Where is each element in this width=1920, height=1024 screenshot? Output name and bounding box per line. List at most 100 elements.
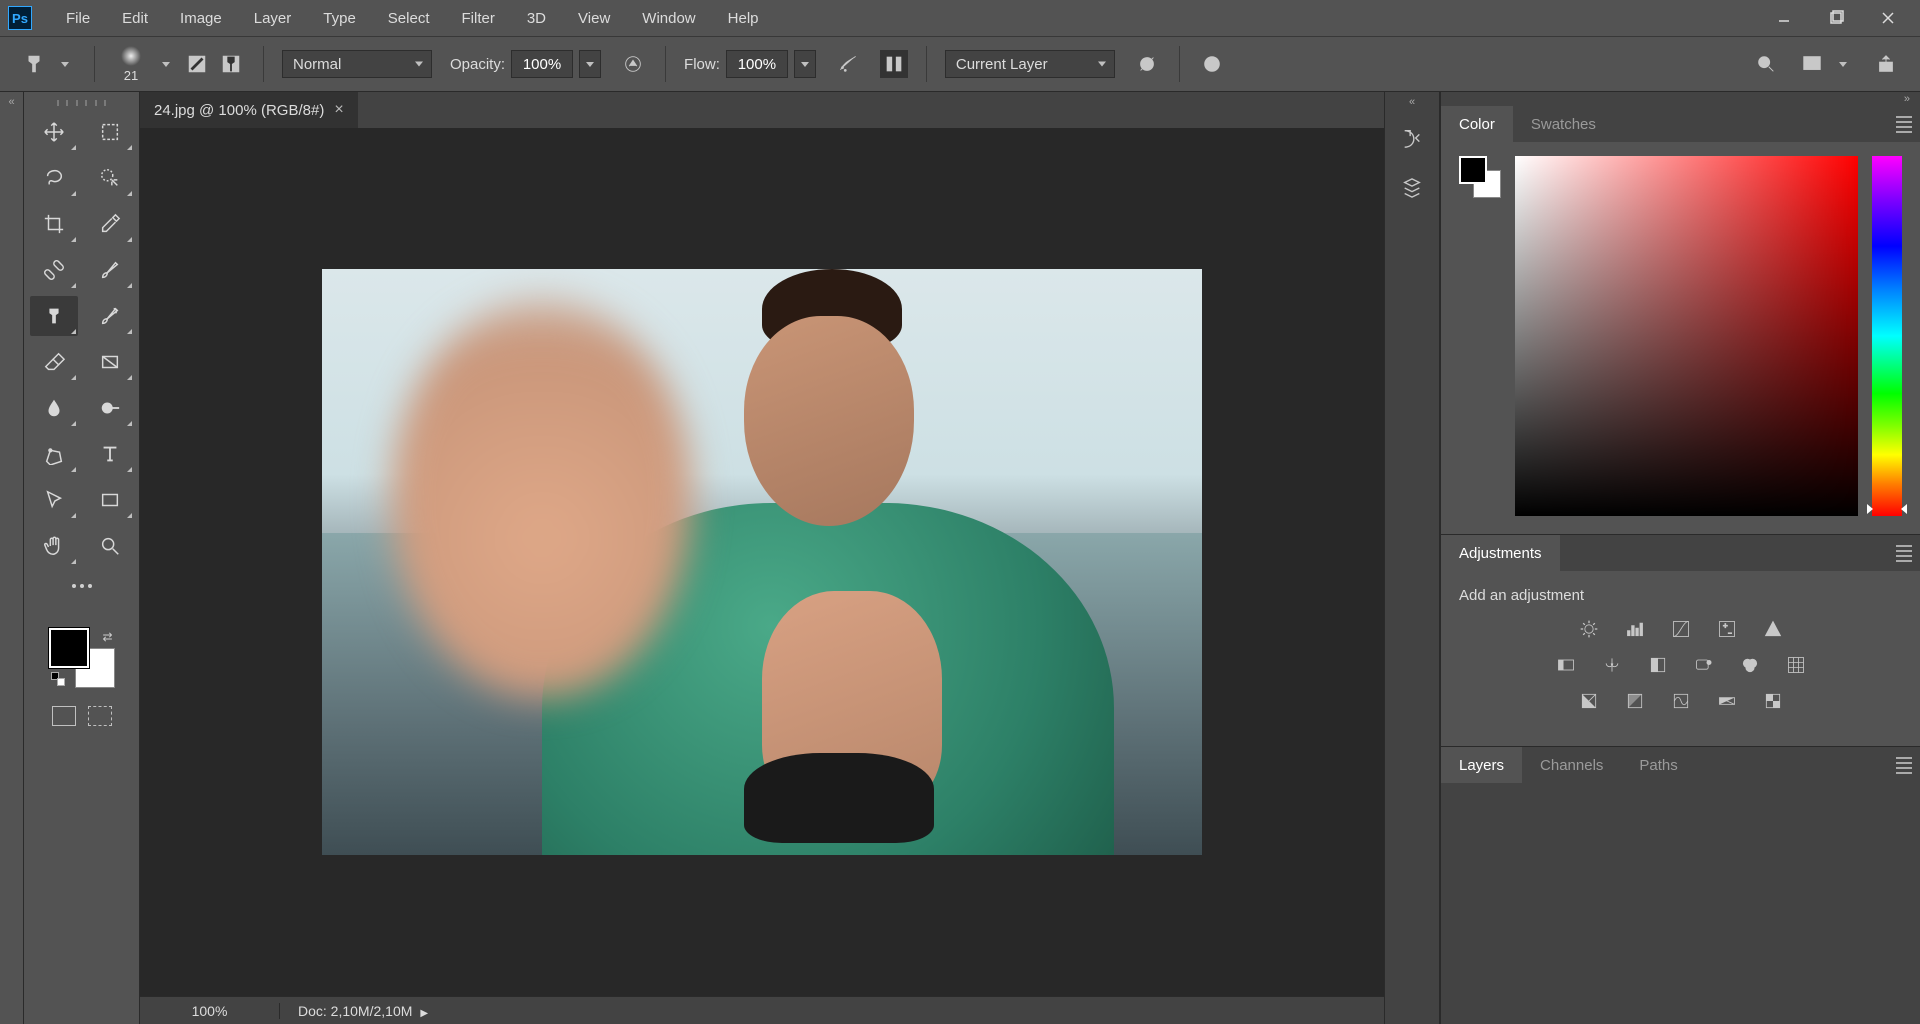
quick-select-tool[interactable] bbox=[86, 158, 134, 198]
photo-filter-icon[interactable] bbox=[1691, 654, 1717, 676]
flow-dropdown[interactable] bbox=[794, 50, 816, 78]
invert-icon[interactable] bbox=[1576, 690, 1602, 712]
dock-expand-icon[interactable]: « bbox=[1409, 96, 1415, 108]
flow-input[interactable]: 100% bbox=[726, 50, 788, 78]
menu-layer[interactable]: Layer bbox=[240, 4, 306, 33]
libraries-panel-icon[interactable] bbox=[1392, 168, 1432, 208]
hand-tool[interactable] bbox=[30, 526, 78, 566]
tool-preset-dropdown[interactable] bbox=[54, 50, 76, 78]
color-lookup-icon[interactable] bbox=[1783, 654, 1809, 676]
tab-adjustments[interactable]: Adjustments bbox=[1441, 535, 1560, 571]
menu-edit[interactable]: Edit bbox=[108, 4, 162, 33]
window-minimize-button[interactable] bbox=[1760, 2, 1808, 34]
brush-preview[interactable]: 21 bbox=[113, 46, 149, 83]
gradient-map-icon[interactable] bbox=[1714, 690, 1740, 712]
foreground-background-colors[interactable]: ⇄ bbox=[49, 628, 115, 688]
color-panel-menu-icon[interactable] bbox=[1892, 116, 1912, 133]
crop-tool[interactable] bbox=[30, 204, 78, 244]
dodge-tool[interactable] bbox=[86, 388, 134, 428]
menu-type[interactable]: Type bbox=[309, 4, 370, 33]
brush-settings-icon[interactable] bbox=[183, 50, 211, 78]
pressure-size-icon[interactable] bbox=[1198, 50, 1226, 78]
window-close-button[interactable] bbox=[1864, 2, 1912, 34]
clone-source-icon[interactable] bbox=[217, 50, 245, 78]
layers-panel-menu-icon[interactable] bbox=[1892, 757, 1912, 774]
menu-view[interactable]: View bbox=[564, 4, 624, 33]
opacity-input[interactable]: 100% bbox=[511, 50, 573, 78]
blend-mode-dropdown[interactable]: Normal bbox=[282, 50, 432, 78]
edit-toolbar-button[interactable] bbox=[58, 572, 106, 600]
channel-mixer-icon[interactable] bbox=[1737, 654, 1763, 676]
hue-sat-icon[interactable] bbox=[1553, 654, 1579, 676]
gradient-tool[interactable] bbox=[86, 342, 134, 382]
lasso-tool[interactable] bbox=[30, 158, 78, 198]
type-tool[interactable] bbox=[86, 434, 134, 474]
rectangle-tool[interactable] bbox=[86, 480, 134, 520]
hue-slider[interactable] bbox=[1872, 156, 1902, 516]
brightness-contrast-icon[interactable] bbox=[1576, 618, 1602, 640]
window-maximize-button[interactable] bbox=[1812, 2, 1860, 34]
workspace-dropdown[interactable] bbox=[1832, 50, 1854, 78]
swap-colors-icon[interactable]: ⇄ bbox=[102, 630, 112, 644]
levels-icon[interactable] bbox=[1622, 618, 1648, 640]
tab-channels[interactable]: Channels bbox=[1522, 747, 1621, 783]
tab-paths[interactable]: Paths bbox=[1621, 747, 1695, 783]
curves-icon[interactable] bbox=[1668, 618, 1694, 640]
history-brush-tool[interactable] bbox=[86, 296, 134, 336]
aligned-toggle[interactable] bbox=[880, 50, 908, 78]
blur-tool[interactable] bbox=[30, 388, 78, 428]
history-panel-icon[interactable] bbox=[1392, 118, 1432, 158]
color-field[interactable] bbox=[1515, 156, 1858, 516]
move-tool[interactable] bbox=[30, 112, 78, 152]
search-icon[interactable] bbox=[1752, 50, 1780, 78]
status-zoom[interactable]: 100% bbox=[140, 1003, 280, 1019]
panel-collapse-icon[interactable]: » bbox=[1904, 93, 1910, 105]
document-tab[interactable]: 24.jpg @ 100% (RGB/8#) × bbox=[140, 92, 358, 128]
path-select-tool[interactable] bbox=[30, 480, 78, 520]
menu-image[interactable]: Image bbox=[166, 4, 236, 33]
tab-swatches[interactable]: Swatches bbox=[1513, 106, 1614, 142]
color-cursor[interactable] bbox=[1519, 500, 1531, 512]
selective-color-icon[interactable] bbox=[1760, 690, 1786, 712]
menu-window[interactable]: Window bbox=[628, 4, 709, 33]
default-colors-icon[interactable] bbox=[51, 672, 65, 686]
exposure-icon[interactable] bbox=[1714, 618, 1740, 640]
close-tab-icon[interactable]: × bbox=[334, 101, 343, 119]
sample-dropdown[interactable]: Current Layer bbox=[945, 50, 1115, 78]
menu-help[interactable]: Help bbox=[714, 4, 773, 33]
ignore-adjustment-icon[interactable] bbox=[1133, 50, 1161, 78]
clone-stamp-tool[interactable] bbox=[30, 296, 78, 336]
airbrush-icon[interactable] bbox=[834, 50, 862, 78]
toolbox-collapse-strip[interactable]: « bbox=[0, 92, 24, 1024]
tab-layers[interactable]: Layers bbox=[1441, 747, 1522, 783]
pen-tool[interactable] bbox=[30, 434, 78, 474]
color-balance-icon[interactable] bbox=[1599, 654, 1625, 676]
menu-filter[interactable]: Filter bbox=[448, 4, 509, 33]
status-doc-info[interactable]: Doc: 2,10M/2,10M▶ bbox=[280, 1003, 446, 1019]
brush-preset-dropdown[interactable] bbox=[155, 50, 177, 78]
eraser-tool[interactable] bbox=[30, 342, 78, 382]
pressure-opacity-icon[interactable] bbox=[619, 50, 647, 78]
menu-file[interactable]: File bbox=[52, 4, 104, 33]
brush-tool[interactable] bbox=[86, 250, 134, 290]
menu-3d[interactable]: 3D bbox=[513, 4, 560, 33]
menu-select[interactable]: Select bbox=[374, 4, 444, 33]
adjustments-panel-menu-icon[interactable] bbox=[1892, 545, 1912, 562]
zoom-tool[interactable] bbox=[86, 526, 134, 566]
posterize-icon[interactable] bbox=[1622, 690, 1648, 712]
tool-preset-picker[interactable] bbox=[20, 50, 48, 78]
threshold-icon[interactable] bbox=[1668, 690, 1694, 712]
foreground-color-swatch[interactable] bbox=[49, 628, 89, 668]
workspace-switcher-icon[interactable] bbox=[1798, 50, 1826, 78]
tab-color[interactable]: Color bbox=[1441, 106, 1513, 142]
healing-tool[interactable] bbox=[30, 250, 78, 290]
toolbox-grip[interactable] bbox=[57, 100, 107, 106]
vibrance-icon[interactable] bbox=[1760, 618, 1786, 640]
marquee-tool[interactable] bbox=[86, 112, 134, 152]
color-panel-fgbg[interactable] bbox=[1459, 156, 1501, 198]
eyedropper-tool[interactable] bbox=[86, 204, 134, 244]
share-icon[interactable] bbox=[1872, 50, 1900, 78]
quick-mask-toggle[interactable] bbox=[52, 706, 112, 726]
canvas-viewport[interactable] bbox=[140, 128, 1384, 996]
black-white-icon[interactable] bbox=[1645, 654, 1671, 676]
